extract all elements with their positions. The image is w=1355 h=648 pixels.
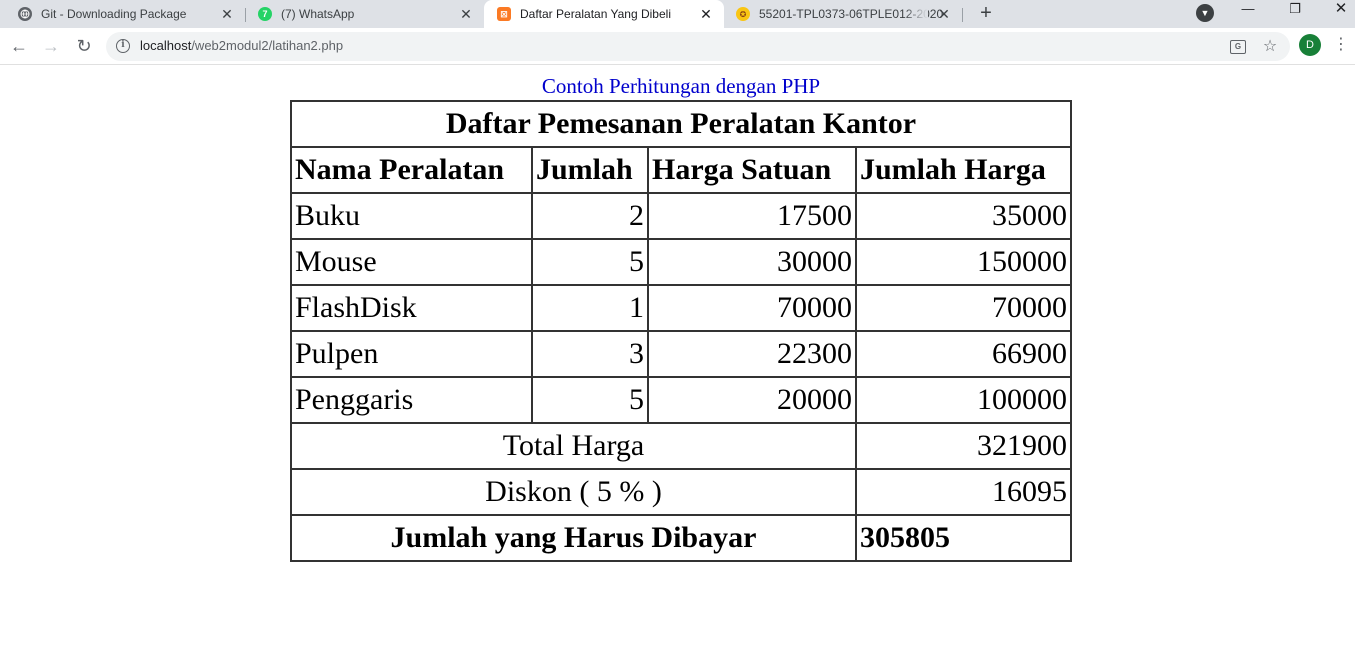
- page-heading: Contoh Perhitungan dengan PHP: [541, 74, 821, 98]
- page-content: Contoh Perhitungan dengan PHP Daftar Pem…: [0, 66, 1355, 648]
- column-header: Jumlah Harga: [855, 146, 1072, 194]
- item-name: Mouse: [290, 238, 533, 286]
- item-name: Buku: [290, 192, 533, 240]
- item-subtotal: 100000: [855, 376, 1072, 424]
- tab-title: Git - Downloading Package: [41, 7, 187, 21]
- tab-fade: [904, 0, 928, 28]
- item-name: Pulpen: [290, 330, 533, 378]
- translate-icon[interactable]: G: [1230, 40, 1246, 54]
- discount-label: Diskon ( 5 % ): [290, 468, 857, 516]
- table-row: Buku 2 17500 35000: [290, 192, 1072, 240]
- table-row: FlashDisk 1 70000 70000: [290, 284, 1072, 332]
- table-title: Daftar Pemesanan Peralatan Kantor: [290, 100, 1072, 148]
- close-tab-icon[interactable]: ✕: [698, 6, 714, 22]
- payable-label: Jumlah yang Harus Dibayar: [290, 514, 857, 562]
- item-unit-price: 17500: [647, 192, 857, 240]
- item-subtotal: 150000: [855, 238, 1072, 286]
- item-subtotal: 35000: [855, 192, 1072, 240]
- item-quantity: 2: [531, 192, 649, 240]
- column-header: Nama Peralatan: [290, 146, 533, 194]
- tab-title: (7) WhatsApp: [281, 7, 355, 21]
- tab-university[interactable]: ✪ 55201-TPL0373-06TPLE012-2020 ✕: [724, 0, 962, 28]
- item-unit-price: 30000: [647, 238, 857, 286]
- item-unit-price: 70000: [647, 284, 857, 332]
- tab-strip: Git - Downloading Package ✕ 7 (7) WhatsA…: [0, 0, 1355, 28]
- discount-row: Diskon ( 5 % ) 16095: [290, 468, 1072, 516]
- item-quantity: 5: [531, 376, 649, 424]
- item-name: FlashDisk: [290, 284, 533, 332]
- university-icon: ✪: [736, 7, 750, 21]
- globe-icon: [18, 7, 32, 21]
- table-row: Penggaris 5 20000 100000: [290, 376, 1072, 424]
- restore-icon[interactable]: ❐: [1275, 0, 1315, 24]
- table-row: Pulpen 3 22300 66900: [290, 330, 1072, 378]
- xampp-icon: ⊠: [497, 7, 511, 21]
- tab-daftar-peralatan[interactable]: ⊠ Daftar Peralatan Yang Dibeli ✕: [484, 0, 724, 28]
- whatsapp-icon: 7: [258, 7, 272, 21]
- item-subtotal: 70000: [855, 284, 1072, 332]
- table-title-row: Daftar Pemesanan Peralatan Kantor: [290, 100, 1072, 148]
- reload-icon[interactable]: ↻: [71, 34, 97, 58]
- tab-whatsapp[interactable]: 7 (7) WhatsApp ✕: [246, 0, 484, 28]
- avatar[interactable]: D: [1299, 34, 1321, 56]
- close-tab-icon[interactable]: ✕: [219, 6, 235, 22]
- discount-value: 16095: [855, 468, 1072, 516]
- total-row: Total Harga 321900: [290, 422, 1072, 470]
- tab-git[interactable]: Git - Downloading Package ✕: [0, 0, 245, 28]
- menu-icon[interactable]: ⋮: [1333, 34, 1349, 58]
- item-quantity: 5: [531, 238, 649, 286]
- column-header: Harga Satuan: [647, 146, 857, 194]
- item-quantity: 1: [531, 284, 649, 332]
- total-value: 321900: [855, 422, 1072, 470]
- payable-value: 305805: [855, 514, 1072, 562]
- back-icon[interactable]: ←: [6, 34, 32, 58]
- window-close-icon[interactable]: ✕: [1321, 0, 1355, 24]
- item-unit-price: 22300: [647, 330, 857, 378]
- url-host: localhost: [140, 38, 192, 53]
- column-header: Jumlah: [531, 146, 649, 194]
- item-unit-price: 20000: [647, 376, 857, 424]
- order-table: Daftar Pemesanan Peralatan Kantor Nama P…: [290, 100, 1072, 562]
- browser-toolbar: ← → ↻ i localhost/web2modul2/latihan2.ph…: [0, 28, 1355, 65]
- item-name: Penggaris: [290, 376, 533, 424]
- tab-title: Daftar Peralatan Yang Dibeli: [520, 7, 671, 21]
- bookmark-star-icon[interactable]: ☆: [1261, 38, 1279, 56]
- forward-icon[interactable]: →: [38, 34, 64, 58]
- table-header-row: Nama Peralatan Jumlah Harga Satuan Jumla…: [290, 146, 1072, 194]
- url-path: /web2modul2/latihan2.php: [191, 38, 344, 53]
- item-quantity: 3: [531, 330, 649, 378]
- item-subtotal: 66900: [855, 330, 1072, 378]
- info-icon[interactable]: i: [116, 39, 130, 53]
- tab-search-icon[interactable]: ▼: [1196, 4, 1214, 22]
- table-row: Mouse 5 30000 150000: [290, 238, 1072, 286]
- minimize-icon[interactable]: —: [1228, 0, 1268, 24]
- url-text[interactable]: localhost/web2modul2/latihan2.php: [140, 38, 343, 53]
- close-tab-icon[interactable]: ✕: [458, 6, 474, 22]
- tab-divider: [962, 8, 963, 22]
- close-tab-icon[interactable]: ✕: [936, 6, 952, 22]
- new-tab-icon[interactable]: +: [975, 2, 997, 24]
- address-bar[interactable]: i localhost/web2modul2/latihan2.php G ☆: [106, 32, 1290, 61]
- total-label: Total Harga: [290, 422, 857, 470]
- payable-row: Jumlah yang Harus Dibayar 305805: [290, 514, 1072, 562]
